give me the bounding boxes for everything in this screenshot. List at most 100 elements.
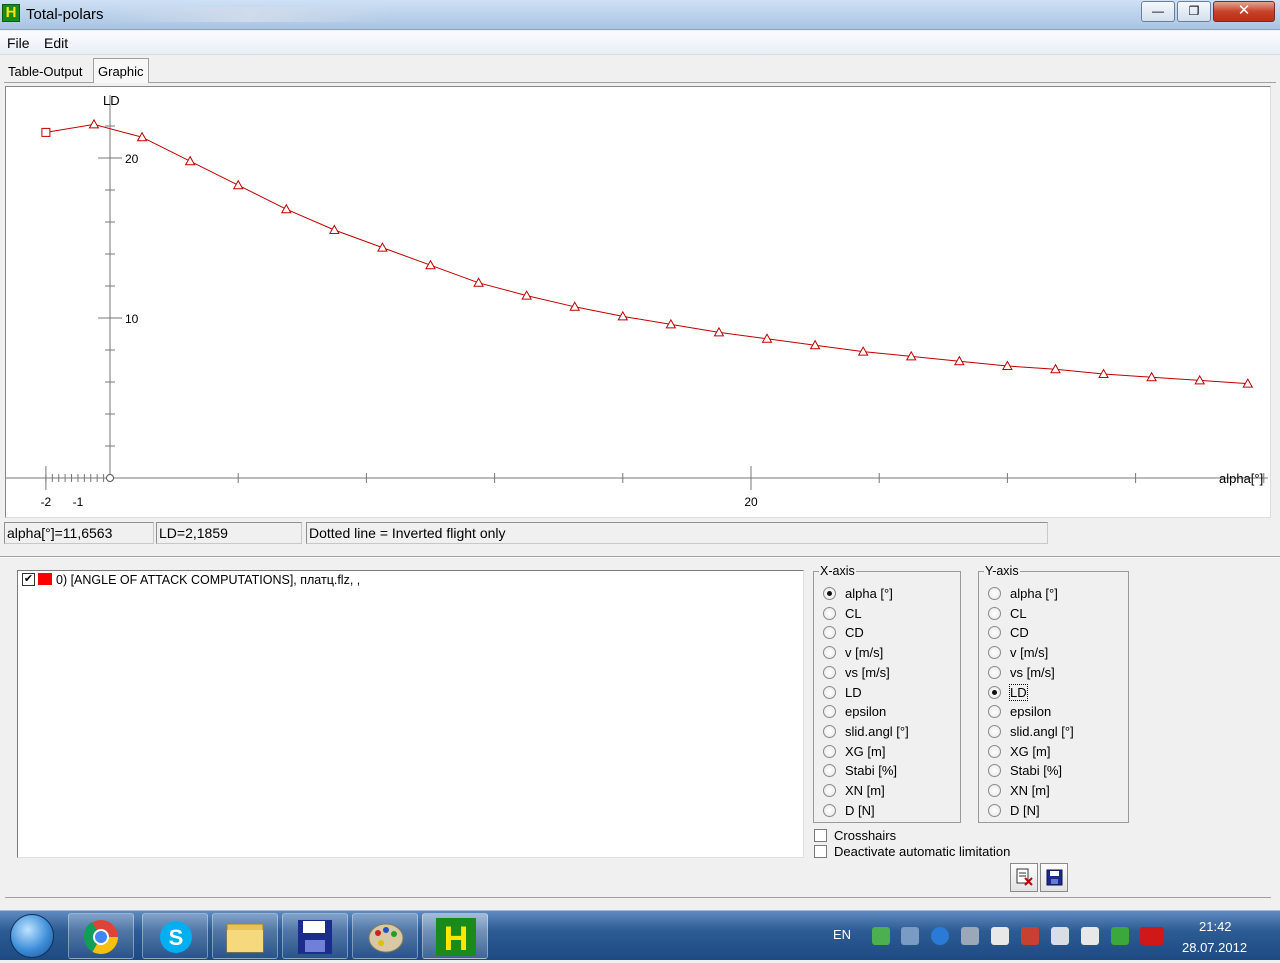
taskbar-save-app[interactable] — [282, 913, 348, 959]
taskbar-paint[interactable] — [352, 913, 418, 959]
x-axis-radio[interactable] — [823, 803, 836, 817]
y-axis-radio[interactable] — [988, 587, 1001, 600]
tray-usb-icon[interactable] — [961, 927, 979, 945]
x-axis-option-label: D [N] — [845, 802, 875, 818]
y-axis-option-label: XN [m] — [1010, 783, 1050, 798]
x-axis-option-label: alpha [°] — [845, 586, 893, 601]
x-axis-option-label: v [m/s] — [845, 645, 884, 661]
data-point — [184, 155, 196, 166]
graph-panel[interactable]: -2 -1 20 10 20 LD alpha[°] — [5, 86, 1271, 518]
x-axis-option-label: epsilon — [845, 704, 887, 720]
minimize-icon: — — [1152, 4, 1164, 18]
maximize-icon: ❐ — [1188, 4, 1200, 18]
series-list[interactable]: ✔ 0) [ANGLE OF ATTACK COMPUTATIONS], пла… — [17, 570, 804, 858]
x-axis-option-label: Stabi [%] — [845, 763, 898, 779]
x-axis-radio[interactable] — [823, 764, 836, 778]
close-button[interactable]: ✕ — [1213, 1, 1275, 22]
chrome-icon — [83, 920, 118, 954]
data-point — [232, 179, 244, 190]
y-axis-radio[interactable] — [988, 646, 1001, 660]
maximize-button[interactable]: ❐ — [1177, 1, 1211, 22]
x-axis-radio[interactable] — [823, 705, 836, 719]
y-axis-radio[interactable] — [988, 764, 1001, 778]
tab-graphic[interactable]: Graphic — [93, 58, 149, 83]
taskbar-total-polars[interactable]: H — [422, 913, 488, 959]
tray-ati-icon[interactable] — [1140, 927, 1164, 945]
y-axis-radio[interactable] — [988, 626, 1001, 640]
save-button[interactable] — [1040, 863, 1068, 892]
x-axis-group: X-axis alpha [°] CL CD v [m/s] vs [m/s] LD eps… — [813, 564, 961, 823]
clock-date[interactable]: 28.07.2012 — [1182, 940, 1247, 955]
data-point — [473, 277, 484, 287]
copy-button[interactable] — [1010, 863, 1038, 892]
y-axis-radio[interactable] — [988, 744, 1001, 758]
y-axis-radio[interactable] — [988, 705, 1001, 719]
y-axis-radio[interactable] — [988, 724, 1001, 738]
y-axis-option-label: LD — [1009, 683, 1028, 701]
h-app-icon: H — [436, 918, 476, 958]
tray-display-icon[interactable] — [1051, 927, 1069, 945]
x-axis-option-label: CL — [845, 605, 862, 621]
menu-edit[interactable]: Edit — [44, 35, 68, 51]
x-axis-radio[interactable] — [823, 724, 836, 738]
data-point — [88, 118, 100, 129]
tray-speaker-muted-icon[interactable] — [1021, 927, 1039, 945]
deactivate-limitation-checkbox[interactable] — [814, 845, 827, 858]
x-axis-option-label: LD — [845, 684, 862, 700]
tray-shield-icon[interactable] — [872, 927, 890, 945]
title-bar: H Total-polars — ❐ ✕ — [0, 0, 1280, 30]
bottom-border — [5, 897, 1271, 898]
tab-table-output[interactable]: Table-Output — [4, 59, 86, 83]
language-indicator[interactable]: EN — [833, 927, 851, 942]
y-axis-radio[interactable] — [988, 784, 1001, 797]
x-axis-radio[interactable] — [823, 685, 836, 699]
y-axis-radio[interactable] — [988, 665, 1001, 679]
y-axis-radio[interactable] — [988, 606, 1001, 620]
window-title: Total-polars — [26, 6, 104, 23]
x-axis-option-label: XG [m] — [845, 743, 886, 759]
x-axis-radio[interactable] — [823, 665, 836, 679]
minimize-button[interactable]: — — [1141, 1, 1175, 22]
tray-sync-icon[interactable] — [1111, 927, 1129, 945]
data-point — [377, 242, 388, 252]
data-point — [328, 224, 340, 234]
x-tick-label: -1 — [73, 495, 84, 509]
x-axis-radio[interactable] — [823, 626, 836, 640]
series-checkbox[interactable]: ✔ — [22, 573, 35, 586]
taskbar-explorer[interactable] — [212, 913, 278, 959]
clock-time[interactable]: 21:42 — [1199, 919, 1232, 934]
y-axis-option-label: vs [m/s] — [1010, 664, 1055, 680]
tray-volume-icon[interactable] — [1081, 927, 1099, 945]
x-axis-radio[interactable] — [823, 587, 836, 600]
x-axis-group-title: X-axis — [819, 564, 856, 578]
x-tick-label: 20 — [744, 495, 758, 509]
data-point-square — [41, 127, 51, 137]
y-axis-option-label: CD — [1010, 625, 1029, 641]
save-icon — [1046, 869, 1063, 886]
crosshairs-checkbox[interactable] — [814, 829, 827, 842]
x-axis-option-label: XN [m] — [845, 783, 885, 798]
x-axis-radio[interactable] — [823, 646, 836, 660]
taskbar-skype[interactable]: S — [142, 913, 208, 959]
y-axis-radio[interactable] — [988, 803, 1001, 817]
tray-flag-icon[interactable] — [991, 927, 1009, 945]
tab-strip-line — [4, 82, 1276, 83]
taskbar-chrome[interactable] — [68, 913, 134, 959]
origin-marker — [106, 474, 114, 482]
series-line — [45, 123, 1248, 385]
y-axis-radio[interactable] — [988, 685, 1001, 699]
x-axis-radio[interactable] — [823, 606, 836, 620]
deactivate-limitation-label: Deactivate automatic limitation — [834, 844, 1011, 859]
x-axis-radio[interactable] — [823, 784, 836, 797]
y-axis-option-label: CL — [1010, 605, 1027, 621]
y-axis-group: Y-axis alpha [°] CL CD v [m/s] vs [m/s] LD eps… — [978, 564, 1129, 823]
tray-network-icon[interactable] — [901, 927, 919, 945]
series-color-swatch — [38, 573, 52, 585]
palette-icon — [368, 923, 404, 953]
menu-file[interactable]: File — [7, 35, 30, 51]
x-axis-option-label: CD — [845, 625, 864, 641]
x-axis-radio[interactable] — [823, 744, 836, 758]
start-button[interactable] — [10, 914, 54, 958]
tray-update-icon[interactable] — [931, 927, 949, 945]
chart-marks — [41, 118, 1254, 388]
